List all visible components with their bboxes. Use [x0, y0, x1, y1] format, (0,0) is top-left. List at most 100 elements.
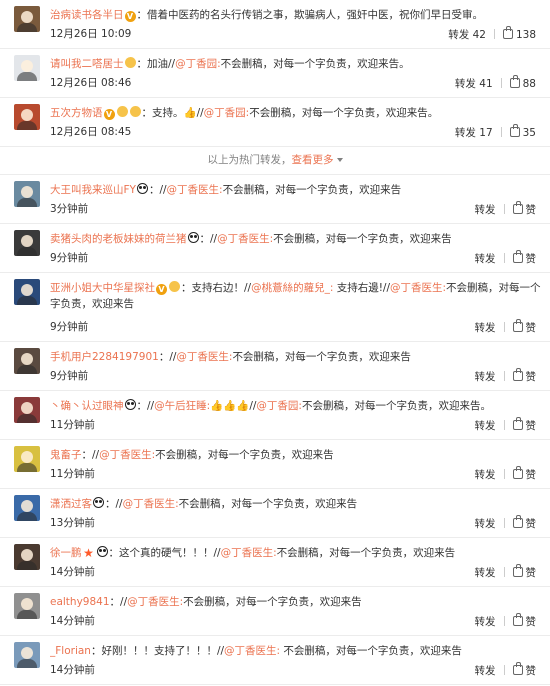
like-button[interactable]: 赞: [512, 319, 537, 335]
timestamp: 12月26日 08:45: [50, 126, 132, 138]
timestamp: 12月26日 08:46: [50, 77, 132, 89]
username-link[interactable]: 丶确丶认过眼神: [50, 400, 124, 412]
like-button[interactable]: 赞: [512, 466, 537, 482]
like-count[interactable]: 赞: [526, 371, 537, 383]
view-more-link[interactable]: 查看更多: [292, 154, 334, 166]
repost-button[interactable]: 转发: [475, 369, 496, 384]
avatar[interactable]: [14, 495, 40, 521]
like-count[interactable]: 赞: [526, 518, 537, 530]
like-count[interactable]: 赞: [526, 420, 537, 432]
username-link[interactable]: 治病读书各半日: [50, 9, 124, 21]
repost-text: //@丁香医生:不会删稿，对每一个字负责，欢迎来告: [92, 449, 334, 461]
like-count[interactable]: 赞: [526, 322, 537, 334]
repost-button[interactable]: 转发: [475, 614, 496, 629]
repost-button[interactable]: 转发: [475, 320, 496, 335]
like-button[interactable]: 35: [509, 124, 536, 139]
thumbs-up-icon[interactable]: [512, 662, 523, 675]
avatar[interactable]: [14, 642, 40, 668]
avatar[interactable]: [14, 397, 40, 423]
chevron-down-icon[interactable]: [336, 158, 343, 162]
avatar[interactable]: [14, 279, 40, 305]
username-link[interactable]: 大王叫我来巡山FY: [50, 184, 136, 196]
like-button[interactable]: 138: [502, 26, 536, 41]
repost-button[interactable]: 转发 41: [455, 76, 493, 91]
username-link[interactable]: 手机用户2284197901: [50, 351, 159, 363]
thumbs-up-icon[interactable]: [512, 564, 523, 577]
like-button[interactable]: 赞: [512, 662, 537, 678]
avatar[interactable]: [14, 6, 40, 32]
like-count[interactable]: 赞: [526, 616, 537, 628]
username-link[interactable]: 亚洲小姐大中华星探社: [50, 282, 155, 294]
like-button[interactable]: 赞: [512, 564, 537, 580]
avatar-body: [17, 414, 37, 423]
like-count[interactable]: 赞: [526, 204, 537, 216]
username-link[interactable]: 五次方物语: [50, 107, 103, 119]
repost-text: //@丁香医生:不会删稿，对每一个字负责，欢迎来告: [210, 233, 452, 245]
like-button[interactable]: 88: [509, 75, 536, 90]
thumbs-up-icon[interactable]: [502, 26, 513, 39]
like-count[interactable]: 赞: [526, 253, 537, 265]
like-count[interactable]: 赞: [526, 567, 537, 579]
avatar[interactable]: [14, 446, 40, 472]
repost-button[interactable]: 转发: [475, 516, 496, 531]
thumbs-up-icon[interactable]: [512, 368, 523, 381]
avatar[interactable]: [14, 230, 40, 256]
like-count[interactable]: 35: [523, 127, 536, 139]
action-separator: [503, 322, 505, 332]
username-link[interactable]: _Florian: [50, 645, 91, 657]
avatar-body: [17, 296, 37, 305]
avatar[interactable]: [14, 55, 40, 81]
timestamp: 12月26日 10:09: [50, 28, 132, 40]
repost-actions: 转发 赞: [475, 662, 537, 678]
thumbs-up-icon[interactable]: [509, 75, 520, 88]
like-button[interactable]: 赞: [512, 250, 537, 266]
repost-content: 大王叫我来巡山FY ：//@丁香医生:不会删稿，对每一个字负责，欢迎来告: [50, 183, 402, 196]
repost-text: //@丁香医生:不会删稿，对每一个字负责，欢迎来告: [169, 351, 411, 363]
thumbs-up-icon[interactable]: [512, 417, 523, 430]
repost-item: 请叫我二嗒居士 ：加油//@丁香园:不会删稿，对每一个字负责，欢迎来告。 12月26…: [0, 49, 550, 98]
like-button[interactable]: 赞: [512, 417, 537, 433]
avatar-face: [21, 500, 33, 512]
repost-button[interactable]: 转发: [475, 202, 496, 217]
avatar[interactable]: [14, 348, 40, 374]
like-button[interactable]: 赞: [512, 515, 537, 531]
username-link[interactable]: ealthy9841: [50, 596, 110, 608]
username-link[interactable]: 鬼畜子: [50, 449, 82, 461]
like-button[interactable]: 赞: [512, 368, 537, 384]
username-link[interactable]: 卖猪头肉的老板妹妹的荷兰猪: [50, 233, 187, 245]
repost-button[interactable]: 转发: [475, 565, 496, 580]
avatar[interactable]: [14, 593, 40, 619]
timestamp: 14分钟前: [50, 664, 95, 676]
repost-button[interactable]: 转发: [475, 418, 496, 433]
repost-content: 鬼畜子：//@丁香医生:不会删稿，对每一个字负责，欢迎来告: [50, 449, 334, 461]
repost-button[interactable]: 转发: [475, 251, 496, 266]
username-link[interactable]: 请叫我二嗒居士: [50, 58, 124, 70]
like-count[interactable]: 88: [523, 78, 536, 90]
repost-text: //@丁香医生:不会删稿，对每一个字负责，欢迎来告: [120, 596, 362, 608]
thumbs-up-icon[interactable]: [512, 613, 523, 626]
repost-button[interactable]: 转发: [475, 467, 496, 482]
thumbs-up-icon[interactable]: [509, 124, 520, 137]
thumbs-up-icon[interactable]: [512, 515, 523, 528]
like-count[interactable]: 赞: [526, 665, 537, 677]
repost-button[interactable]: 转发 17: [455, 125, 493, 140]
avatar[interactable]: [14, 104, 40, 130]
like-button[interactable]: 赞: [512, 201, 537, 217]
thumbs-up-icon[interactable]: [512, 466, 523, 479]
action-separator: [500, 78, 502, 88]
like-count[interactable]: 赞: [526, 469, 537, 481]
avatar[interactable]: [14, 181, 40, 207]
repost-content: 潇洒过客 ：//@丁香医生:不会删稿，对每一个字负责，欢迎来告: [50, 497, 358, 510]
thumbs-up-icon[interactable]: [512, 201, 523, 214]
avatar[interactable]: [14, 544, 40, 570]
repost-button[interactable]: 转发: [475, 663, 496, 678]
username-link[interactable]: 潇洒过客: [50, 498, 92, 510]
thumbs-up-icon[interactable]: [512, 319, 523, 332]
repost-text: 支持。👍//@丁香园:不会删稿，对每一个字负责，欢迎来告。: [152, 107, 439, 119]
repost-button[interactable]: 转发 42: [448, 27, 486, 42]
like-count[interactable]: 138: [516, 29, 536, 41]
username-link[interactable]: 徐一鹏: [50, 547, 82, 559]
thumbs-up-icon[interactable]: [512, 250, 523, 263]
like-button[interactable]: 赞: [512, 613, 537, 629]
repost-text: //@丁香医生:不会删稿，对每一个字负责，欢迎来告: [115, 498, 358, 510]
